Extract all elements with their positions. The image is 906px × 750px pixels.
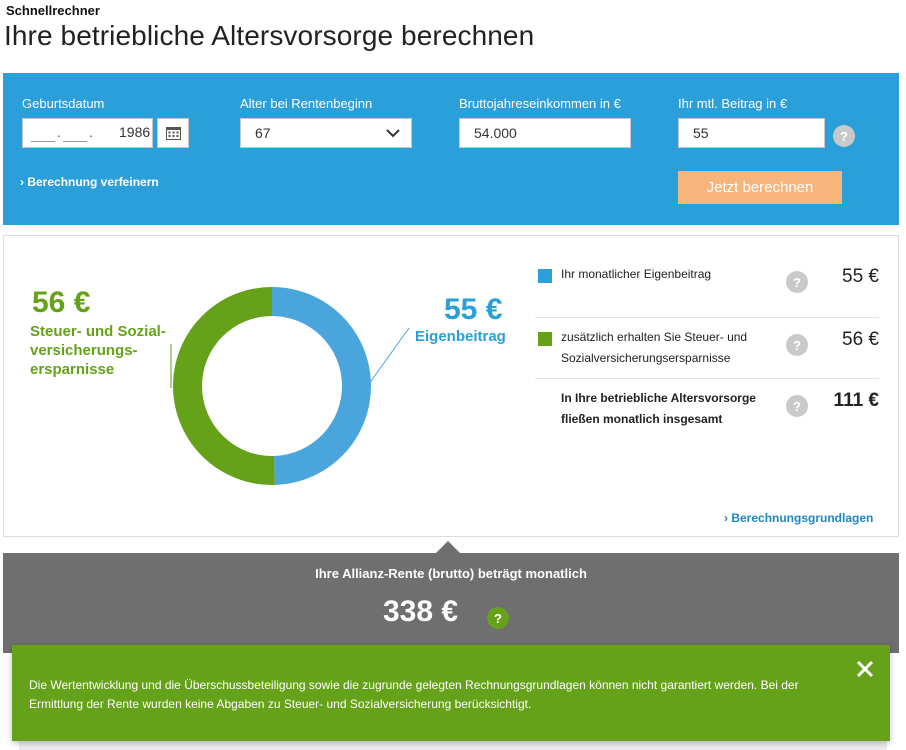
gross-income-value: 54.000 (474, 125, 517, 141)
pension-panel: Ihre Allianz-Rente (brutto) beträgt mona… (3, 553, 899, 653)
help-icon[interactable]: ? (786, 395, 808, 417)
calculation-basis-link[interactable]: › Berechnungsgrundlagen (724, 511, 873, 525)
pension-help-icon[interactable]: ? (487, 607, 509, 629)
result-card: 56 € Steuer- und Sozial­versicherungs­er… (3, 235, 899, 537)
disclaimer-text: Die Wertentwicklung und die Überschussbe… (29, 678, 799, 711)
contribution-leader-line (365, 327, 410, 389)
panel-pointer (436, 541, 460, 553)
legend-label: Ihr monatlicher Eigenbeitrag (561, 267, 712, 281)
legend-swatch (538, 269, 552, 283)
refine-calculation-link[interactable]: › Berechnung verfeinern (20, 175, 159, 189)
chevron-down-icon (386, 129, 400, 138)
retirement-age-value: 67 (255, 125, 271, 141)
monthly-contribution-value: 55 (693, 125, 709, 141)
contribution-amount: 55 € (444, 293, 503, 326)
legend-label: zusätzlich erhalten Sie Steuer- und Sozi… (561, 330, 748, 365)
help-icon[interactable]: ? (786, 334, 808, 356)
legend-label: In Ihre betriebliche Altersvorsorge flie… (561, 391, 756, 426)
contribution-help-icon[interactable]: ? (833, 125, 855, 147)
legend-value: 56 € (842, 329, 879, 350)
birthdate-day-input[interactable] (31, 128, 55, 142)
calendar-icon (165, 127, 181, 140)
gross-income-input[interactable]: 54.000 (459, 118, 631, 148)
disclaimer-notice: Die Wertentwicklung und die Überschussbe… (12, 645, 890, 741)
monthly-contribution-label: Ihr mtl. Beitrag in € (678, 96, 788, 111)
calculator-form: Geburtsdatum . . 1986 Alter bei Rentenbe… (3, 73, 899, 225)
page-kicker: Schnellrechner (6, 3, 100, 18)
legend-row-total: In Ihre betriebliche Altersvorsorge flie… (535, 379, 879, 439)
retirement-age-label: Alter bei Rentenbeginn (240, 96, 373, 111)
legend-value: 111 € (833, 390, 879, 411)
birthdate-label: Geburtsdatum (22, 96, 105, 111)
legend-row-savings: zusätzlich erhalten Sie Steuer- und Sozi… (535, 318, 879, 379)
page-title: Ihre betriebliche Altersvorsorge berechn… (4, 20, 535, 51)
date-separator: . (89, 124, 93, 140)
close-icon[interactable] (855, 659, 875, 679)
birthdate-field[interactable]: . . 1986 (22, 118, 153, 148)
pension-amount: 338 € (383, 595, 459, 628)
calendar-button[interactable] (157, 118, 189, 148)
legend-value: 55 € (842, 266, 879, 287)
calculate-button[interactable]: Jetzt berechnen (678, 171, 842, 204)
monthly-contribution-input[interactable]: 55 (678, 118, 825, 148)
pension-label: Ihre Allianz-Rente (brutto) beträgt mona… (315, 566, 587, 581)
retirement-age-select[interactable]: 67 (240, 118, 412, 148)
birthdate-month-input[interactable] (63, 128, 87, 142)
page: Schnellrechner Ihre betriebliche Altersv… (0, 0, 906, 750)
help-icon[interactable]: ? (786, 271, 808, 293)
birthdate-year-input[interactable]: 1986 (119, 124, 150, 140)
gross-income-label: Bruttojahreseinkommen in € (459, 96, 621, 111)
legend-swatch (538, 332, 552, 346)
date-separator: . (57, 124, 61, 140)
contribution-caption: Eigenbeitrag (415, 328, 506, 345)
legend-row-contribution: Ihr monatlicher Eigenbeitrag ? 55 € (535, 254, 879, 318)
